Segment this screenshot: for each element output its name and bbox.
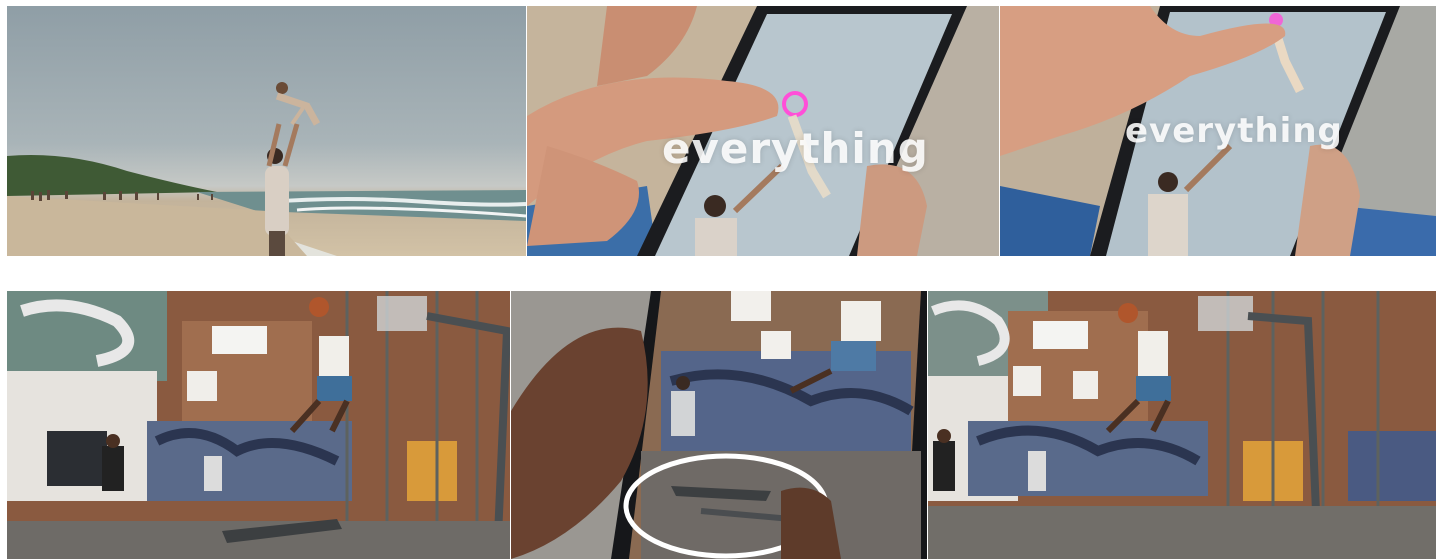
- child-figure: [275, 82, 321, 126]
- phone-circle-frame-3: [511, 291, 927, 559]
- overlay-word: everything: [1125, 111, 1343, 151]
- overlay-word: everything: [662, 124, 929, 173]
- court-photo-frame: [7, 291, 510, 559]
- phone-circle-frame-2: everything: [1000, 6, 1436, 256]
- court-result-frame: [928, 291, 1436, 559]
- phone-court-scene: [511, 291, 927, 559]
- man-figure: [265, 123, 300, 256]
- phone-circle-frame-1: everything: [527, 6, 999, 256]
- court-scene: [7, 291, 510, 559]
- beach-scene: [7, 82, 526, 256]
- court-result-scene: [928, 291, 1436, 559]
- beach-photo-frame: [7, 6, 526, 256]
